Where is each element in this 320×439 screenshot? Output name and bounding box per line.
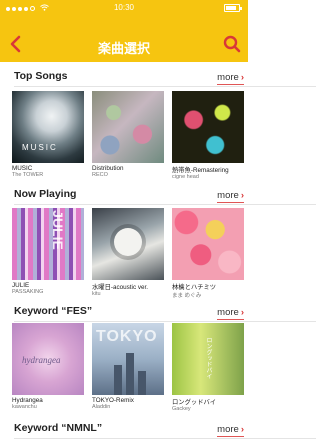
song-tile[interactable]: JULIE JULIE PASSAKING: [12, 208, 84, 295]
section-header-keyword-fes: Keyword “FES” more ›: [0, 305, 248, 321]
section-header-top-songs: Top Songs more ›: [0, 70, 248, 86]
song-tile[interactable]: MUSIC MUSIC The TOWER: [12, 91, 84, 178]
chevron-right-icon: ›: [240, 72, 244, 83]
song-tile[interactable]: hydrangea Hydrangea kawanchu: [12, 323, 84, 410]
song-row-top-songs: MUSIC MUSIC The TOWER Distribution RECO …: [12, 91, 248, 186]
building-shape: [126, 353, 134, 395]
album-art: [172, 208, 244, 280]
section-title: Now Playing: [14, 188, 77, 200]
more-label: more: [217, 190, 239, 201]
song-artist: cigne head: [172, 174, 199, 180]
song-artist: PASSAKING: [12, 289, 44, 295]
page-title: 楽曲選択: [97, 41, 150, 56]
album-art: [92, 208, 164, 280]
song-tile[interactable]: 水曜日-acoustic ver. kitu: [92, 208, 164, 297]
song-artist: Aladdin: [92, 404, 111, 410]
section-header-keyword-nmnl: Keyword “NMNL” more ›: [0, 422, 248, 438]
divider: [14, 86, 316, 87]
album-art: hydrangea: [12, 323, 84, 395]
battery-fill: [226, 6, 236, 10]
song-title: Hydrangea: [12, 397, 43, 404]
more-link-now-playing[interactable]: more ›: [217, 190, 244, 203]
song-title: 林檎とハチミツ: [172, 284, 217, 291]
album-art-text: hydrangea: [22, 355, 61, 365]
song-row-keyword-fes: hydrangea Hydrangea kawanchu TOKYO TOKYO…: [12, 323, 248, 418]
status-bar: 10:30: [0, 0, 248, 16]
section-title: Top Songs: [14, 70, 68, 82]
search-icon: [223, 35, 241, 53]
chevron-right-icon: ›: [240, 307, 244, 318]
search-button[interactable]: [222, 34, 242, 54]
song-tile[interactable]: 林檎とハチミツ まま めぐみ: [172, 208, 244, 299]
section-header-now-playing: Now Playing more ›: [0, 188, 248, 204]
more-label: more: [217, 307, 239, 318]
album-art-text: ロングッドバイ: [205, 337, 211, 379]
status-time: 10:30: [113, 3, 135, 12]
song-title: JULIE: [12, 282, 30, 289]
song-title: MUSIC: [12, 165, 33, 172]
building-shape: [114, 365, 122, 395]
album-art: JULIE: [12, 208, 84, 280]
song-title: ロングッドバイ: [172, 399, 217, 406]
more-label: more: [217, 424, 239, 435]
song-title: Distribution: [92, 165, 124, 172]
battery-icon: [224, 4, 242, 12]
album-art-text: JULIE: [49, 210, 66, 250]
album-art: ロングッドバイ: [172, 323, 244, 395]
song-artist: kitu: [92, 291, 101, 297]
chevron-right-icon: ›: [240, 190, 244, 201]
divider: [14, 204, 316, 205]
album-art: MUSIC: [12, 91, 84, 163]
album-art: TOKYO: [92, 323, 164, 395]
section-title: Keyword “NMNL”: [14, 422, 103, 434]
song-title: 水曜日-acoustic ver.: [92, 284, 148, 291]
song-tile[interactable]: ロングッドバイ ロングッドバイ Gackey: [172, 323, 244, 412]
song-title: 熱帯魚-Remastering: [172, 167, 229, 174]
song-artist: kawanchu: [12, 404, 37, 410]
chevron-right-icon: ›: [240, 424, 244, 435]
album-art: [92, 91, 164, 163]
album-art: [172, 91, 244, 163]
song-artist: RECO: [92, 172, 108, 178]
nav-row: 楽曲選択: [0, 30, 248, 62]
divider: [14, 321, 316, 322]
more-link-keyword-nmnl[interactable]: more ›: [217, 424, 244, 437]
song-tile[interactable]: TOKYO TOKYO-Remix Aladdin: [92, 323, 164, 410]
song-artist: まま めぐみ: [172, 293, 202, 299]
more-link-keyword-fes[interactable]: more ›: [217, 307, 244, 320]
song-row-now-playing: JULIE JULIE PASSAKING 水曜日-acoustic ver. …: [12, 208, 248, 303]
building-shape: [138, 371, 146, 395]
song-artist: The TOWER: [12, 172, 44, 178]
song-title: TOKYO-Remix: [92, 397, 134, 404]
more-label: more: [217, 72, 239, 83]
album-art-text: TOKYO: [96, 328, 158, 345]
more-link-top-songs[interactable]: more ›: [217, 72, 244, 85]
header-bar: 10:30 楽曲選択: [0, 0, 248, 62]
song-tile[interactable]: Distribution RECO: [92, 91, 164, 178]
section-title: Keyword “FES”: [14, 305, 93, 317]
song-artist: Gackey: [172, 406, 191, 412]
album-art-text: MUSIC: [22, 143, 58, 152]
song-tile[interactable]: 熱帯魚-Remastering cigne head: [172, 91, 244, 180]
